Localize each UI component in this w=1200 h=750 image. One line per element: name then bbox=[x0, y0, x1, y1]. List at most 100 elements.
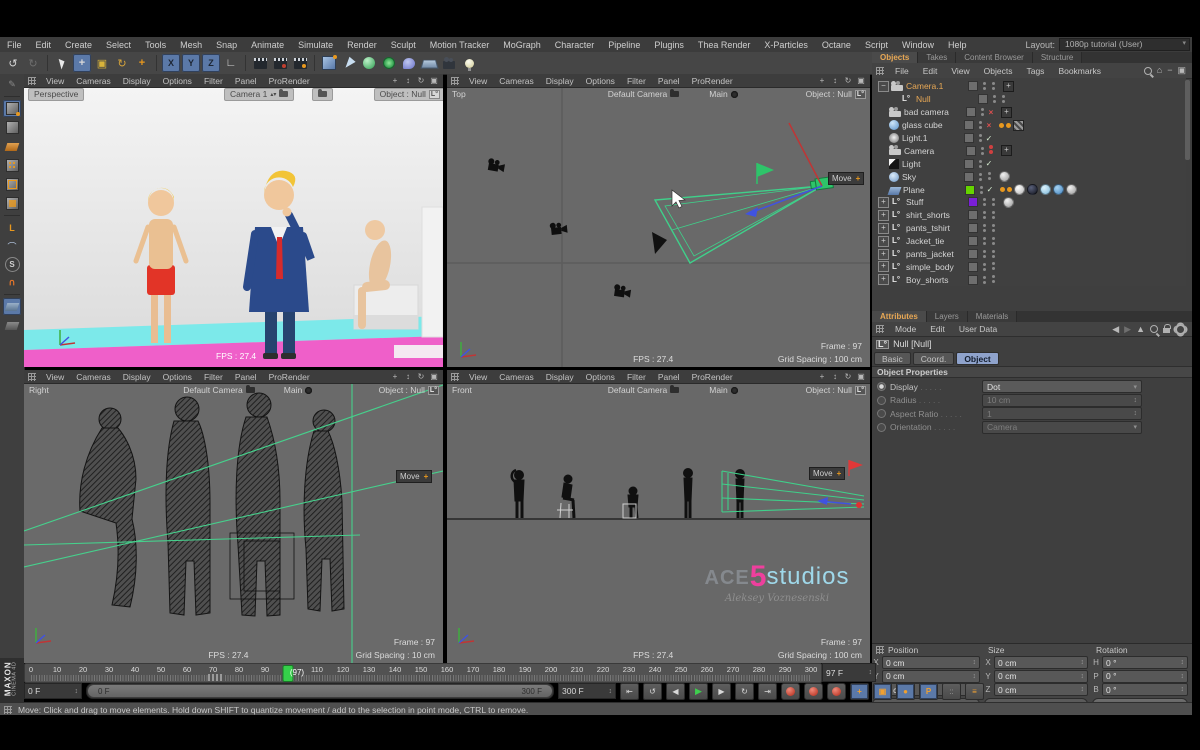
layer-chip[interactable] bbox=[968, 81, 978, 91]
field-control-icon[interactable] bbox=[1134, 410, 1138, 417]
menu-item[interactable]: File bbox=[888, 66, 916, 76]
spinner-icon[interactable]: ↕ bbox=[1181, 673, 1185, 680]
object-list-scrollbar[interactable] bbox=[1185, 80, 1190, 160]
visibility-toggle[interactable] bbox=[984, 158, 994, 169]
next-key-button[interactable]: ↻ bbox=[735, 683, 754, 700]
position-y-field[interactable]: 0 cm↕ bbox=[882, 670, 980, 683]
object-label[interactable]: Plane bbox=[903, 185, 965, 195]
spinner-icon[interactable]: ↕ bbox=[1081, 659, 1085, 666]
lock-z-axis-button[interactable]: Z bbox=[202, 54, 220, 72]
visibility-toggle[interactable] bbox=[988, 197, 998, 208]
panel-grid-icon[interactable] bbox=[876, 325, 884, 333]
object-row[interactable]: Boy_shorts bbox=[872, 273, 1186, 286]
visibility-toggle[interactable] bbox=[998, 94, 1008, 105]
polygons-mode-button[interactable] bbox=[3, 195, 21, 212]
object-row[interactable]: Stuff bbox=[872, 196, 1186, 209]
object-row[interactable]: Null bbox=[872, 93, 1186, 106]
viewport-menu-item[interactable]: ProRender bbox=[686, 372, 739, 382]
object-row[interactable]: Light bbox=[872, 157, 1186, 170]
spinner-icon[interactable]: ↕ bbox=[973, 673, 977, 680]
viewport-menu-item[interactable]: View bbox=[40, 76, 70, 86]
filter-icon[interactable]: − bbox=[1167, 66, 1172, 75]
state-dots[interactable] bbox=[982, 249, 988, 259]
size-y-field[interactable]: 0 cm↕ bbox=[994, 670, 1088, 683]
current-frame-field[interactable]: 97 F↕ bbox=[822, 663, 876, 682]
menu-item[interactable]: Character bbox=[548, 40, 602, 50]
viewport-name[interactable]: Front bbox=[447, 385, 472, 395]
property-field[interactable]: 1 bbox=[982, 407, 1142, 420]
snap-toggle-button[interactable]: S bbox=[5, 257, 20, 272]
object-label[interactable]: Light.1 bbox=[902, 133, 964, 143]
target-chip[interactable] bbox=[1001, 107, 1012, 118]
rotate-tool-button[interactable]: ↻ bbox=[113, 54, 131, 72]
record-pla-toggle[interactable]: :: bbox=[942, 683, 961, 700]
viewport-menu-item[interactable]: Cameras bbox=[70, 76, 116, 86]
menu-item[interactable]: Tools bbox=[138, 40, 173, 50]
state-dots[interactable] bbox=[982, 210, 988, 220]
layer-chip[interactable] bbox=[966, 107, 976, 117]
layer-chip[interactable] bbox=[968, 197, 978, 207]
mat-white-chip[interactable] bbox=[1014, 184, 1025, 195]
object-row[interactable]: bad camera bbox=[872, 106, 1186, 119]
record-position-toggle[interactable]: + bbox=[850, 683, 869, 700]
attribute-subtab[interactable]: Coord. bbox=[913, 352, 955, 365]
menu-item[interactable]: File bbox=[0, 40, 29, 50]
live-selection-button[interactable] bbox=[53, 54, 71, 72]
menu-item[interactable]: Select bbox=[99, 40, 138, 50]
object-label[interactable]: glass cube bbox=[902, 120, 964, 130]
viewport-menu-item[interactable]: Filter bbox=[621, 372, 652, 382]
menu-item[interactable]: Objects bbox=[977, 66, 1020, 76]
layer-chip[interactable] bbox=[964, 159, 974, 169]
menu-item[interactable]: Help bbox=[941, 40, 974, 50]
camera-select[interactable]: Camera 1▴▾ bbox=[224, 88, 294, 101]
pan-view-icon[interactable]: + bbox=[390, 76, 400, 85]
viewport-menu-item[interactable]: Filter bbox=[198, 372, 229, 382]
expand-toggle-icon[interactable] bbox=[890, 95, 899, 104]
tweak-mode-button[interactable]: ⌒ bbox=[3, 238, 21, 255]
object-button[interactable]: Object : NullL° bbox=[374, 88, 443, 101]
object-row[interactable]: pants_jacket bbox=[872, 248, 1186, 261]
render-settings-button[interactable] bbox=[291, 54, 309, 72]
gear-icon[interactable] bbox=[1175, 324, 1186, 335]
visibility-toggle[interactable] bbox=[988, 81, 998, 92]
object-row[interactable]: Light.1 bbox=[872, 132, 1186, 145]
state-dots[interactable] bbox=[979, 185, 985, 195]
menu-item[interactable]: Create bbox=[58, 40, 99, 50]
keyframe-circle-icon[interactable] bbox=[877, 423, 886, 432]
visibility-toggle[interactable] bbox=[988, 236, 998, 247]
viewport-menu-item[interactable]: Cameras bbox=[70, 372, 116, 382]
maximize-view-icon[interactable]: ▣ bbox=[429, 372, 439, 381]
property-field[interactable]: Camera bbox=[982, 421, 1142, 434]
timeline-ruler[interactable]: 0102030405060708090110120130140150160170… bbox=[24, 663, 822, 683]
menu-item[interactable]: Edit bbox=[29, 40, 59, 50]
expand-toggle-icon[interactable] bbox=[878, 108, 887, 117]
record-keyframe-button[interactable] bbox=[781, 683, 800, 700]
viewport-top[interactable]: ViewCamerasDisplayOptionsFilterPanelProR… bbox=[447, 74, 870, 367]
viewport-menu-item[interactable]: Filter bbox=[621, 76, 652, 86]
state-dots[interactable] bbox=[982, 81, 988, 91]
next-frame-button[interactable]: ▶ bbox=[712, 683, 731, 700]
menu-item[interactable]: Mode bbox=[888, 324, 923, 334]
layer-chip[interactable] bbox=[964, 172, 974, 182]
expand-toggle-icon[interactable] bbox=[878, 172, 887, 181]
expand-toggle-icon[interactable] bbox=[878, 134, 887, 143]
right-canvas[interactable] bbox=[24, 383, 443, 663]
object-row[interactable]: shirt_shorts bbox=[872, 209, 1186, 222]
visibility-toggle[interactable] bbox=[985, 184, 995, 195]
pan-view-icon[interactable]: + bbox=[817, 372, 827, 381]
move-tool-button[interactable]: + bbox=[73, 54, 91, 72]
spinner-icon[interactable]: ↕ bbox=[1081, 673, 1085, 680]
zoom-view-icon[interactable]: ↕ bbox=[403, 76, 413, 85]
record-parameter-toggle[interactable]: P bbox=[919, 683, 938, 700]
viewport-menu-item[interactable]: Panel bbox=[229, 76, 263, 86]
menu-item[interactable]: Render bbox=[340, 40, 384, 50]
viewport-menu-item[interactable]: Options bbox=[157, 372, 198, 382]
layer-chip[interactable] bbox=[968, 210, 978, 220]
menu-item[interactable]: Sculpt bbox=[384, 40, 423, 50]
object-label[interactable]: pants_jacket bbox=[906, 249, 968, 259]
target-chip[interactable] bbox=[1003, 81, 1014, 92]
object-button[interactable]: Object : NullL° bbox=[806, 89, 866, 99]
state-dots[interactable] bbox=[992, 94, 998, 104]
maximize-view-icon[interactable]: ▣ bbox=[856, 76, 866, 85]
spinner-icon[interactable]: ↕ bbox=[1181, 659, 1185, 666]
